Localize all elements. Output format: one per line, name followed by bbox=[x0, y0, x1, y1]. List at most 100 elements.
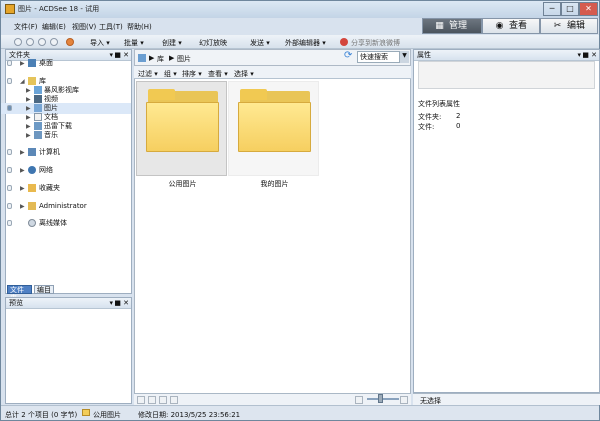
up-icon[interactable] bbox=[38, 38, 46, 46]
properties-pane-title: 属性 bbox=[417, 51, 431, 59]
menu-tools[interactable]: 工具(T) bbox=[99, 22, 123, 32]
zoom-slider-track[interactable] bbox=[367, 398, 399, 400]
folder-my-pictures[interactable]: 我的图片 bbox=[228, 81, 319, 188]
menu-edit[interactable]: 编辑(E) bbox=[42, 22, 66, 32]
pane-close-icon[interactable]: ✕ bbox=[123, 298, 129, 309]
tree-item-offline-media[interactable]: 离线媒体 bbox=[1, 218, 131, 229]
scissors-icon: ✂ bbox=[553, 21, 562, 31]
folder-label: 我的图片 bbox=[260, 180, 289, 188]
pane-pin-icon[interactable]: ■ bbox=[582, 50, 589, 61]
pane-menu-icon[interactable]: ▾ bbox=[577, 50, 581, 61]
sort-button[interactable]: 排序 ▾ bbox=[182, 69, 202, 79]
compare-icon[interactable] bbox=[159, 396, 167, 404]
selection-radio[interactable] bbox=[7, 185, 12, 191]
acdsee-online-icon[interactable] bbox=[66, 38, 74, 46]
folders-count-label: 文件夹: bbox=[418, 113, 442, 121]
selection-radio[interactable] bbox=[7, 220, 12, 226]
edit-mode-button[interactable]: ✂ 编辑 bbox=[540, 18, 598, 34]
acdsee-window: 图片 - ACDSee 18 - 试用 ─ □ ✕ 文件(F) 编辑(E) 视图… bbox=[0, 0, 600, 421]
pictures-icon bbox=[138, 54, 146, 62]
selection-radio[interactable] bbox=[7, 149, 12, 155]
pane-menu-icon[interactable]: ▾ bbox=[109, 298, 113, 309]
batch-button[interactable]: 批量 ▾ bbox=[124, 38, 144, 48]
tab-folders[interactable]: 文件夹 bbox=[7, 285, 32, 302]
menu-bar: 文件(F) 编辑(E) 视图(V) 工具(T) 帮助(H) bbox=[1, 18, 419, 33]
selection-radio[interactable] bbox=[7, 203, 12, 209]
pane-close-icon[interactable]: ✕ bbox=[591, 50, 597, 61]
manage-mode-button[interactable]: ▦ 管理 bbox=[422, 18, 482, 34]
create-button[interactable]: 创建 ▾ bbox=[162, 38, 182, 48]
next-page-icon[interactable] bbox=[148, 396, 156, 404]
acdsee-icon bbox=[5, 4, 15, 14]
layout-icon[interactable] bbox=[170, 396, 178, 404]
zoom-out-icon[interactable] bbox=[355, 396, 363, 404]
music-icon bbox=[34, 131, 42, 139]
desktop-icon bbox=[28, 59, 36, 67]
search-dropdown-icon[interactable]: ▼ bbox=[399, 51, 409, 63]
tree-item-administrator[interactable]: ▶ Administrator bbox=[1, 201, 131, 212]
zoom-in-icon[interactable] bbox=[400, 396, 408, 404]
refresh-icon[interactable]: ⟳ bbox=[344, 51, 354, 61]
library-icon bbox=[28, 77, 36, 85]
select-button[interactable]: 选择 ▾ bbox=[234, 69, 254, 79]
file-list-properties-title: 文件列表属性 bbox=[418, 100, 460, 108]
maximize-button[interactable]: □ bbox=[561, 2, 579, 16]
preview-pane-header[interactable]: 预览 ▾ ■ ✕ bbox=[6, 298, 131, 309]
filter-button[interactable]: 过滤 ▾ bbox=[138, 69, 158, 79]
forward-icon[interactable] bbox=[26, 38, 34, 46]
view-mode-button[interactable]: ◉ 查看 bbox=[482, 18, 540, 34]
menu-file[interactable]: 文件(F) bbox=[14, 22, 38, 32]
media-library-icon bbox=[34, 86, 42, 94]
tree-item-favorites[interactable]: ▶ 收藏夹 bbox=[1, 183, 131, 194]
tree-item-desktop[interactable]: ▶ 桌面 bbox=[1, 58, 131, 69]
back-icon[interactable] bbox=[14, 38, 22, 46]
properties-pane-header[interactable]: 属性 ▾ ■ ✕ bbox=[414, 50, 599, 61]
zoom-slider-thumb[interactable] bbox=[378, 394, 383, 403]
expand-arrow-icon[interactable]: ▶ bbox=[20, 59, 25, 69]
tree-item-computer[interactable]: ▶ 计算机 bbox=[1, 147, 131, 158]
status-bar: 总计 2 个项目 (0 字节) 公用图片 修改日期: 2013/5/25 23:… bbox=[1, 405, 599, 420]
offline-media-icon bbox=[28, 219, 36, 227]
selection-radio[interactable] bbox=[7, 78, 12, 84]
send-button[interactable]: 发送 ▾ bbox=[250, 38, 270, 48]
properties-list bbox=[418, 61, 595, 89]
selection-radio[interactable] bbox=[7, 167, 12, 173]
folder-front bbox=[238, 102, 311, 152]
minimize-button[interactable]: ─ bbox=[543, 2, 561, 16]
close-button[interactable]: ✕ bbox=[579, 2, 598, 16]
breadcrumb-pictures[interactable]: 图片 bbox=[177, 54, 191, 64]
computer-icon bbox=[28, 148, 36, 156]
expand-arrow-icon[interactable]: ▶ bbox=[26, 131, 31, 141]
video-icon bbox=[34, 95, 42, 103]
tree-item-music[interactable]: ▶ 音乐 bbox=[1, 130, 131, 141]
prev-page-icon[interactable] bbox=[137, 396, 145, 404]
pane-pin-icon[interactable]: ■ bbox=[114, 298, 121, 309]
expand-arrow-icon[interactable]: ▶ bbox=[20, 184, 25, 194]
breadcrumb-separator-icon: ▶ bbox=[149, 54, 155, 62]
weibo-share-icon[interactable] bbox=[340, 38, 348, 46]
menu-view[interactable]: 视图(V) bbox=[72, 22, 96, 32]
folder-icon bbox=[82, 409, 90, 416]
selection-radio[interactable] bbox=[7, 60, 12, 66]
group-button[interactable]: 组 ▾ bbox=[164, 69, 177, 79]
expand-arrow-icon[interactable]: ▶ bbox=[20, 166, 25, 176]
preview-pane-title: 预览 bbox=[9, 299, 23, 307]
tree-item-network[interactable]: ▶ 网络 bbox=[1, 165, 131, 176]
expand-arrow-icon[interactable]: ▶ bbox=[20, 148, 25, 158]
breadcrumb-library[interactable]: 库 bbox=[157, 54, 164, 64]
weibo-share-button[interactable]: 分享到新浪微博 bbox=[351, 38, 400, 48]
folders-count-value: 2 bbox=[456, 112, 461, 120]
menu-help[interactable]: 帮助(H) bbox=[127, 22, 152, 32]
title-bar[interactable]: 图片 - ACDSee 18 - 试用 ─ □ ✕ bbox=[1, 1, 599, 18]
window-title: 图片 - ACDSee 18 - 试用 bbox=[18, 5, 100, 13]
slideshow-button[interactable]: 幻灯放映 bbox=[199, 38, 227, 48]
view-button[interactable]: 查看 ▾ bbox=[208, 69, 228, 79]
expand-arrow-icon[interactable]: ▶ bbox=[20, 202, 25, 212]
home-icon[interactable] bbox=[50, 38, 58, 46]
import-button[interactable]: 导入 ▾ bbox=[90, 38, 110, 48]
external-editor-button[interactable]: 外部编辑器 ▾ bbox=[285, 38, 326, 48]
selection-radio[interactable] bbox=[7, 105, 12, 111]
mode-switcher: ▦ 管理 ◉ 查看 ✂ 编辑 bbox=[422, 18, 598, 35]
folder-public-pictures[interactable]: 公用图片 bbox=[136, 81, 227, 188]
tab-catalog[interactable]: 编目 bbox=[34, 285, 54, 294]
